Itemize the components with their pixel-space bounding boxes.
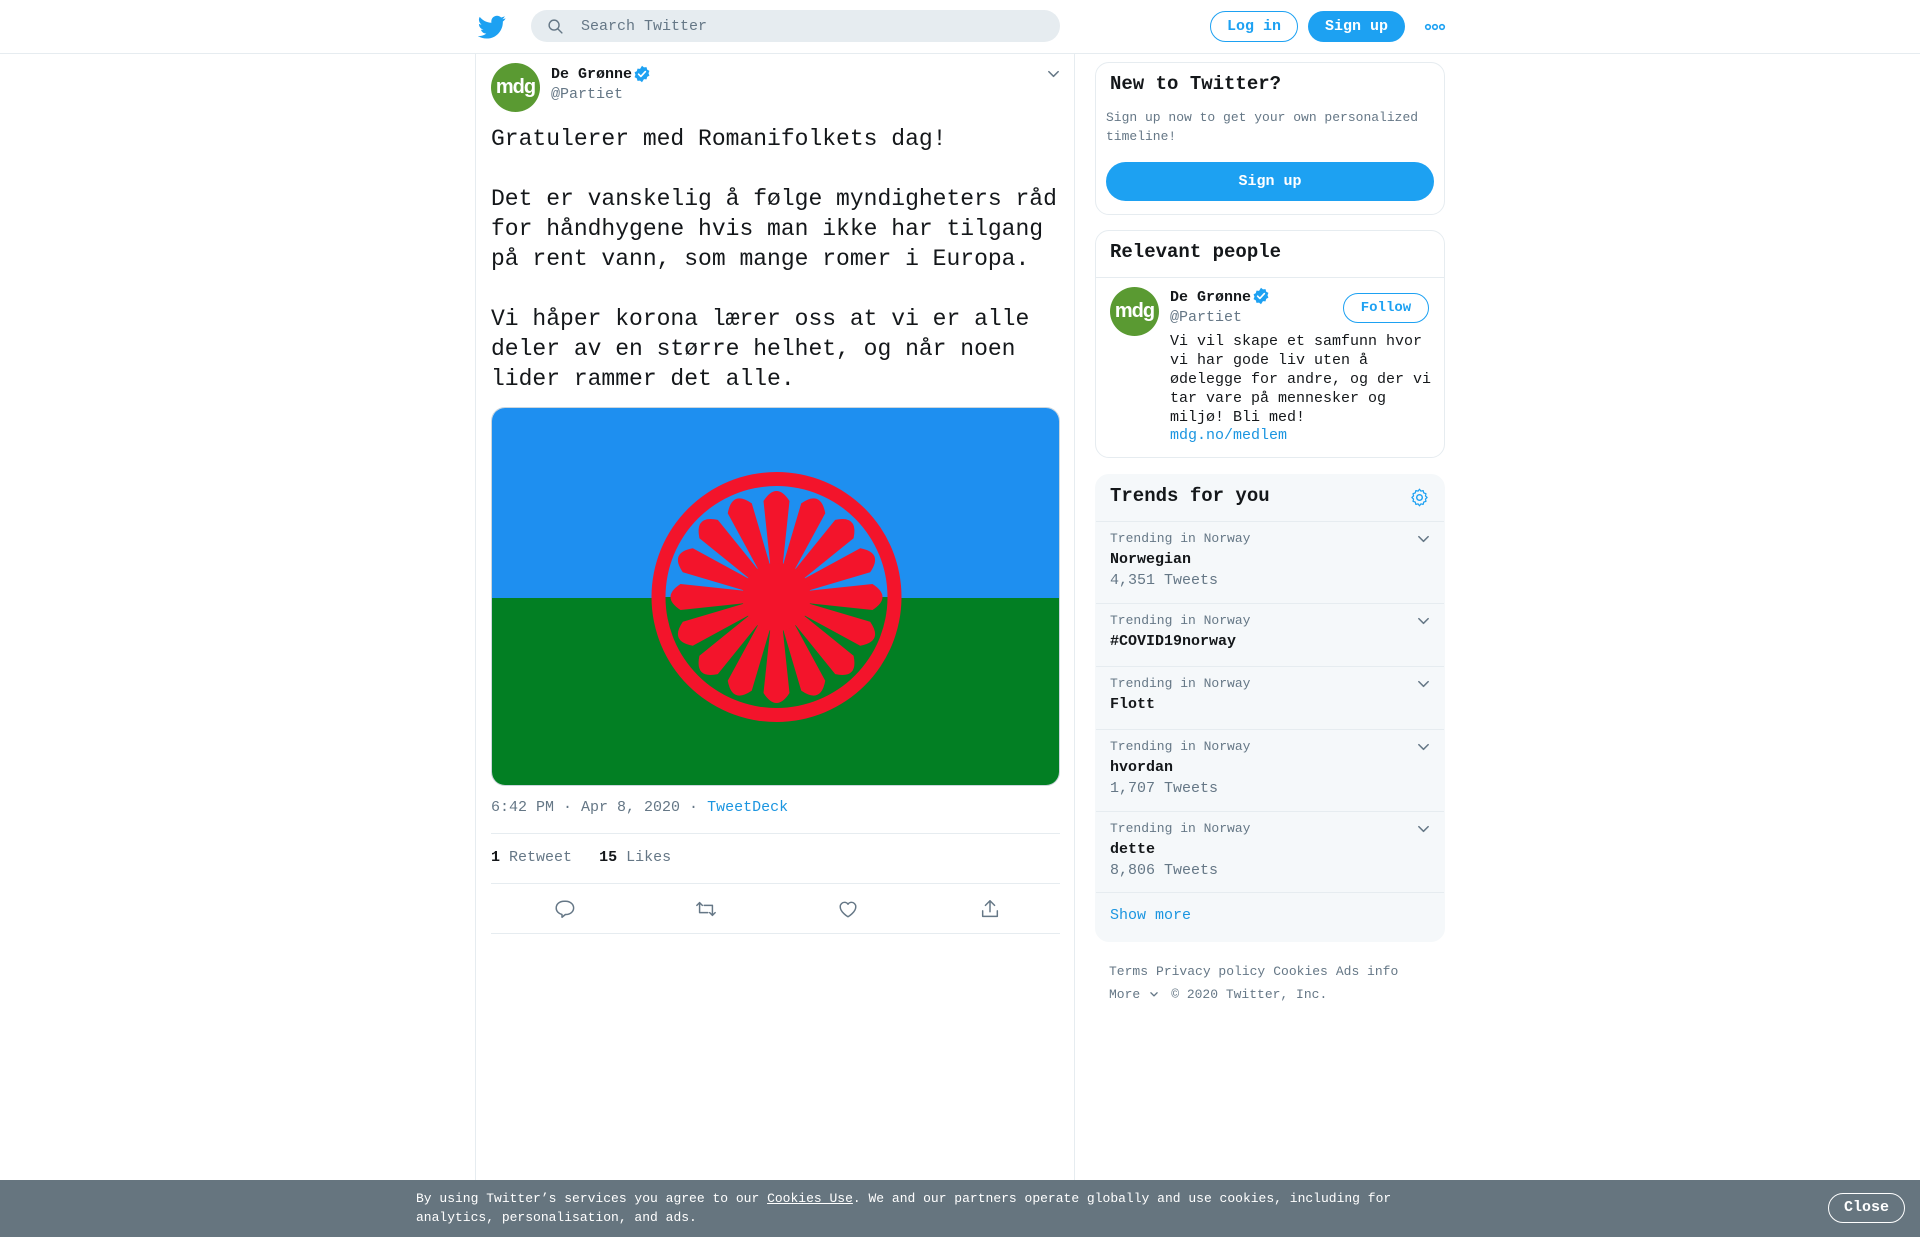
person-link[interactable]: mdg.no/medlem xyxy=(1170,427,1287,444)
trend-name[interactable]: hvordan xyxy=(1110,759,1173,776)
search-icon xyxy=(548,19,563,34)
cookie-banner: By using Twitter’s services you agree to… xyxy=(0,1180,1920,1237)
trend-context: Trending in Norway xyxy=(1110,676,1251,691)
like-icon[interactable] xyxy=(837,898,859,920)
chevron-down-icon[interactable] xyxy=(1046,66,1061,81)
trend-item[interactable]: Trending in Norway Flott xyxy=(1096,666,1444,729)
card-title: New to Twitter? xyxy=(1110,73,1282,95)
signup-button-large[interactable]: Sign up xyxy=(1106,162,1434,201)
footer-link-terms[interactable]: Terms xyxy=(1109,964,1148,979)
trend-name[interactable]: #COVID19norway xyxy=(1110,633,1236,650)
card-title: Relevant people xyxy=(1110,241,1282,263)
trend-count: 1,707 Tweets xyxy=(1110,780,1219,797)
trend-count: 4,351 Tweets xyxy=(1110,572,1219,589)
trend-item[interactable]: Trending in Norway Norwegian 4,351 Tweet… xyxy=(1096,521,1444,603)
trend-context: Trending in Norway xyxy=(1110,613,1251,628)
tweet-timestamp: 6:42 PM · Apr 8, 2020 · TweetDeck xyxy=(491,799,788,816)
cookie-text: By using Twitter’s services you agree to… xyxy=(416,1189,1416,1227)
retweet-count[interactable]: 1 xyxy=(491,849,500,866)
show-more-link[interactable]: Show more xyxy=(1110,907,1191,924)
share-icon[interactable] xyxy=(979,898,1001,920)
reply-icon[interactable] xyxy=(553,898,575,920)
trend-name[interactable]: Norwegian xyxy=(1110,551,1191,568)
main-column: mdg De Grønne @Partiet Gratulerer med Ro… xyxy=(475,54,1075,1184)
tweet-text: Gratulerer med Romanifolkets dag! Det er… xyxy=(491,126,1057,392)
footer-link-ads-info[interactable]: Ads info xyxy=(1336,964,1398,979)
trend-context: Trending in Norway xyxy=(1110,821,1251,836)
footer-link-privacy[interactable]: Privacy policy xyxy=(1156,964,1265,979)
trend-item[interactable]: Trending in Norway hvordan 1,707 Tweets xyxy=(1096,729,1444,811)
card-title: Trends for you xyxy=(1110,485,1270,507)
cookies-use-link[interactable]: Cookies Use xyxy=(767,1191,853,1206)
avatar[interactable]: mdg xyxy=(491,63,540,112)
chevron-down-icon[interactable] xyxy=(1416,821,1431,836)
tweet-image-romani-flag[interactable] xyxy=(491,407,1060,786)
chevron-down-icon[interactable] xyxy=(1416,531,1431,546)
wheel-hub xyxy=(742,563,811,631)
person-handle[interactable]: @Partiet xyxy=(1170,309,1242,326)
like-label[interactable]: Likes xyxy=(626,849,671,866)
verified-badge-icon xyxy=(1253,287,1269,305)
search-input[interactable] xyxy=(581,10,1041,42)
chevron-down-icon[interactable] xyxy=(1416,613,1431,628)
new-to-twitter-card: New to Twitter? Sign up now to get your … xyxy=(1095,62,1445,215)
romani-flag xyxy=(492,408,1059,785)
trend-count: 8,806 Tweets xyxy=(1110,862,1219,879)
trend-context: Trending in Norway xyxy=(1110,739,1251,754)
person-bio: Vi vil skape et samfunn hvor vi har gode… xyxy=(1170,333,1432,426)
chevron-down-icon[interactable] xyxy=(1416,739,1431,754)
gear-icon[interactable] xyxy=(1409,487,1430,508)
chevron-down-icon[interactable] xyxy=(1416,676,1431,691)
footer-more-menu[interactable]: More xyxy=(1109,987,1159,1002)
person-name[interactable]: De Grønne xyxy=(1170,289,1251,306)
more-dots-icon[interactable] xyxy=(1424,20,1446,34)
copyright: © 2020 Twitter, Inc. xyxy=(1171,987,1328,1002)
relevant-people-card: Relevant people mdg De Grønne @Partiet F… xyxy=(1095,230,1445,458)
author-name[interactable]: De Grønne xyxy=(551,66,632,83)
trend-name[interactable]: Flott xyxy=(1110,696,1155,713)
trend-name[interactable]: dette xyxy=(1110,841,1155,858)
divider xyxy=(1096,277,1444,278)
chevron-down-icon xyxy=(1150,992,1158,997)
retweet-icon[interactable] xyxy=(695,898,717,920)
tweet-actions xyxy=(491,884,1060,934)
tweet-time[interactable]: 6:42 PM · Apr 8, 2020 xyxy=(491,799,680,816)
author-handle[interactable]: @Partiet xyxy=(551,86,623,103)
trend-context: Trending in Norway xyxy=(1110,531,1251,546)
avatar[interactable]: mdg xyxy=(1110,287,1159,336)
search-box[interactable] xyxy=(531,10,1060,42)
verified-badge-icon xyxy=(634,65,650,83)
footer-links: Terms Privacy policy Cookies Ads info More ©… xyxy=(1109,960,1449,1006)
trend-item[interactable]: Trending in Norway dette 8,806 Tweets xyxy=(1096,811,1444,893)
like-count[interactable]: 15 xyxy=(599,849,617,866)
retweet-label[interactable]: Retweet xyxy=(509,849,572,866)
card-description: Sign up now to get your own personalized… xyxy=(1106,110,1419,144)
meta-separator: · xyxy=(689,799,699,816)
login-button[interactable]: Log in xyxy=(1210,11,1298,42)
trends-card: Trends for you Trending in Norway Norweg… xyxy=(1095,474,1445,942)
close-button[interactable]: Close xyxy=(1828,1193,1905,1223)
footer-link-cookies[interactable]: Cookies xyxy=(1273,964,1328,979)
top-bar: Log in Sign up xyxy=(0,0,1920,54)
twitter-bird-icon[interactable] xyxy=(478,13,506,41)
cookie-text-before: By using Twitter’s services you agree to… xyxy=(416,1191,768,1206)
footer-more-label[interactable]: More xyxy=(1109,987,1140,1002)
tweet-stats: 1 Retweet 15 Likes xyxy=(491,833,1060,884)
signup-button[interactable]: Sign up xyxy=(1308,11,1405,42)
trend-item[interactable]: Trending in Norway #COVID19norway xyxy=(1096,603,1444,666)
follow-button[interactable]: Follow xyxy=(1343,293,1429,323)
tweet-source-link[interactable]: TweetDeck xyxy=(707,799,788,816)
